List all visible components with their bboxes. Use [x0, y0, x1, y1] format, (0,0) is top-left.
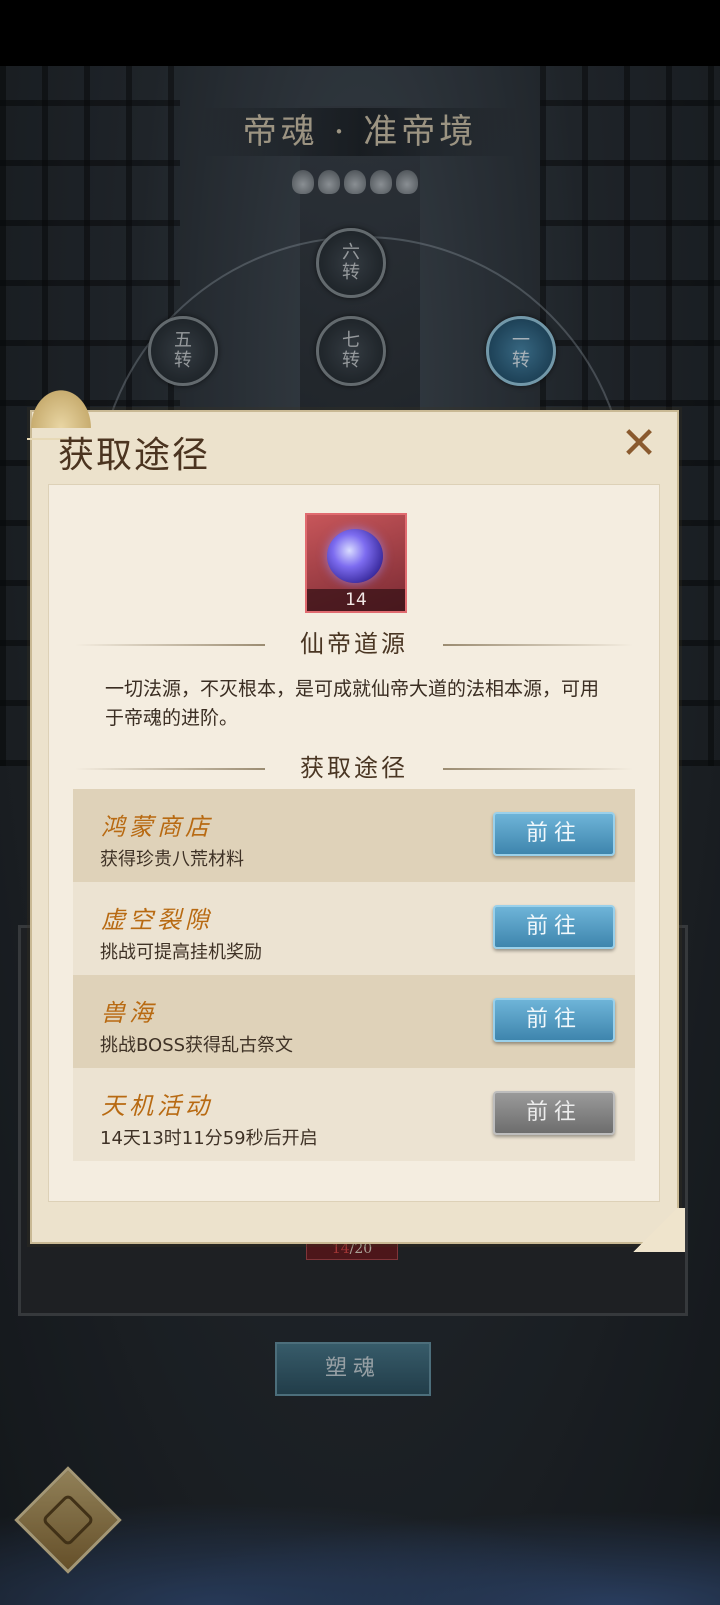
route-row: 鸿蒙商店 获得珍贵八荒材料 前往 [73, 789, 635, 882]
acquire-path-popup: 获取途径 ✕ 14 仙帝道源 一切法源，不灭根本，是可成就仙帝大道的法相本源，可… [26, 384, 685, 1252]
routes-heading: 获取途径 [49, 753, 659, 783]
route-name: 兽海 [101, 999, 157, 1027]
route-name: 天机活动 [101, 1092, 213, 1120]
close-icon[interactable]: ✕ [617, 422, 661, 466]
route-name: 虚空裂隙 [101, 906, 213, 934]
popup-title: 获取途径 [58, 435, 211, 476]
dao-source-orb-icon [327, 529, 383, 583]
route-row: 天机活动 14天13时11分59秒后开启 前往 [73, 1068, 635, 1161]
mountain-decoration-icon [26, 384, 96, 428]
paper-curl-decoration [625, 1208, 685, 1252]
route-desc: 挑战BOSS获得乱古祭文 [100, 1035, 294, 1056]
route-desc: 14天13时11分59秒后开启 [100, 1128, 318, 1149]
item-description: 一切法源，不灭根本，是可成就仙帝大道的法相本源，可用于帝魂的进阶。 [105, 678, 600, 729]
item-count: 14 [307, 589, 405, 611]
route-desc: 获得珍贵八荒材料 [100, 849, 244, 870]
go-button[interactable]: 前往 [493, 905, 615, 949]
go-button-disabled[interactable]: 前往 [493, 1091, 615, 1135]
route-row: 兽海 挑战BOSS获得乱古祭文 前往 [73, 975, 635, 1068]
go-button[interactable]: 前往 [493, 998, 615, 1042]
route-name: 鸿蒙商店 [101, 813, 213, 841]
go-button[interactable]: 前往 [493, 812, 615, 856]
item-slot[interactable]: 14 [305, 513, 407, 613]
status-bar [0, 0, 720, 66]
route-desc: 挑战可提高挂机奖励 [100, 942, 262, 963]
route-list: 鸿蒙商店 获得珍贵八荒材料 前往 虚空裂隙 挑战可提高挂机奖励 前往 兽海 挑战… [73, 789, 635, 1161]
item-name: 仙帝道源 [49, 629, 659, 659]
popup-content: 14 仙帝道源 一切法源，不灭根本，是可成就仙帝大道的法相本源，可用于帝魂的进阶… [48, 484, 660, 1202]
route-row: 虚空裂隙 挑战可提高挂机奖励 前往 [73, 882, 635, 975]
